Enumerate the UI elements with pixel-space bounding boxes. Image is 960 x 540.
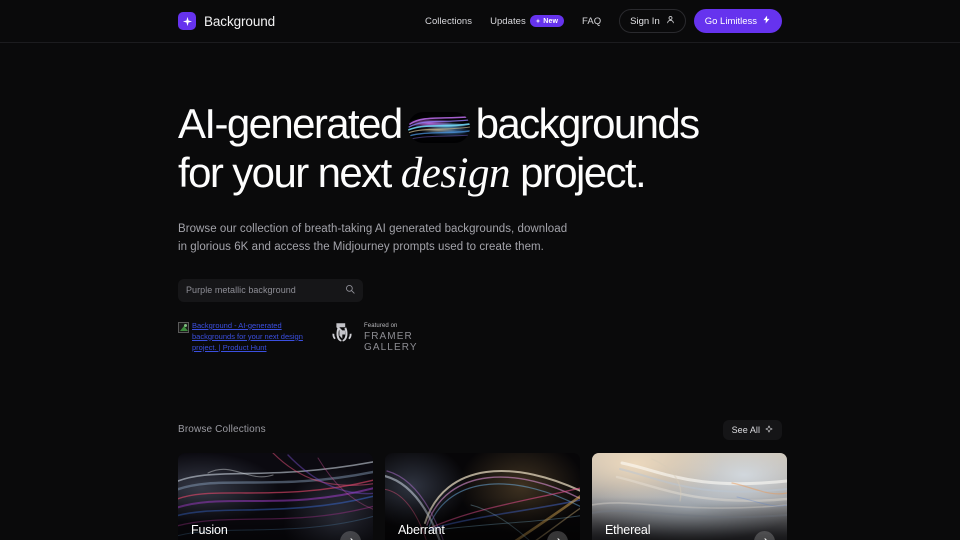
- go-limitless-button[interactable]: Go Limitless: [693, 9, 782, 33]
- headline-part-2: backgrounds: [475, 100, 701, 147]
- framer-featured-label: Featured on: [364, 322, 398, 329]
- page-content: AI-generated backgrounds for your next d…: [0, 43, 960, 540]
- collection-card-aberrant[interactable]: Aberrant 12 Backgrounds: [385, 452, 580, 540]
- see-all-label: See All: [731, 424, 760, 435]
- new-badge-label: New: [543, 17, 558, 25]
- headline-part-4: project.: [520, 148, 647, 196]
- go-limitless-label: Go Limitless: [704, 15, 757, 27]
- framer-gallery-badge[interactable]: Featured on FRAMER GALLERY: [324, 321, 418, 356]
- card-text-block: Aberrant 12 Backgrounds: [398, 523, 457, 540]
- nav-link-collections[interactable]: Collections: [416, 11, 481, 32]
- framer-badge-text: Featured on FRAMER GALLERY: [364, 323, 418, 355]
- browse-collections-section: Browse Collections See All Fusion Aberra…: [178, 419, 787, 540]
- user-icon: [666, 15, 675, 27]
- sparkle-icon: [535, 18, 541, 24]
- site-header: Background Collections Updates New FAQ S…: [0, 0, 960, 43]
- headline-part-3: for your next: [178, 148, 392, 196]
- search-bar[interactable]: [178, 278, 363, 302]
- nav-link-updates[interactable]: Updates: [481, 11, 526, 32]
- collection-card-ethereal[interactable]: Ethereal 12 Backgrounds: [592, 452, 787, 540]
- collection-card-fusion[interactable]: Fusion 12 Backgrounds: [178, 452, 373, 540]
- hero-subtitle: Browse our collection of breath-taking A…: [178, 220, 782, 257]
- framer-logo-icon: [324, 321, 360, 356]
- headline-gradient-thumbnail: [407, 112, 470, 143]
- brand-logo-link[interactable]: Background: [178, 12, 275, 30]
- lightning-bolt-icon: [762, 15, 771, 27]
- card-text-block: Ethereal 12 Backgrounds: [605, 523, 664, 540]
- nav-link-faq[interactable]: FAQ: [573, 11, 610, 32]
- hero-section: AI-generated backgrounds for your next d…: [178, 43, 782, 356]
- sparkle-icon: [178, 12, 196, 30]
- collections-title: Browse Collections: [178, 424, 266, 436]
- card-title: Ethereal: [605, 522, 651, 537]
- hero-subtitle-line-1: Browse our collection of breath-taking A…: [178, 222, 568, 235]
- sign-in-label: Sign In: [630, 15, 660, 27]
- card-text-block: Fusion 12 Backgrounds: [191, 523, 250, 540]
- collections-header: Browse Collections See All: [178, 419, 782, 440]
- page-title: AI-generated backgrounds for your next d…: [178, 100, 782, 199]
- new-badge: New: [529, 15, 564, 27]
- framer-gallery-line-1: FRAMER: [364, 330, 413, 342]
- brand-name: Background: [204, 13, 276, 29]
- card-title: Aberrant: [398, 522, 445, 537]
- framer-gallery-line-2: GALLERY: [364, 342, 418, 354]
- broken-image-icon: [178, 321, 189, 333]
- nav-item-updates[interactable]: Updates New: [481, 11, 573, 32]
- see-all-button[interactable]: See All: [722, 419, 782, 440]
- card-title: Fusion: [191, 522, 228, 537]
- search-input[interactable]: [186, 285, 345, 296]
- hero-subtitle-line-2: in glorious 6K and access the Midjourney…: [178, 241, 544, 254]
- search-icon[interactable]: [345, 281, 355, 299]
- headline-italic-word: design: [400, 149, 511, 197]
- sparkle-icon: [765, 425, 773, 435]
- headline-part-1: AI-generated: [178, 100, 403, 147]
- product-hunt-alt-text: Background - AI-generated backgrounds fo…: [192, 320, 303, 352]
- sign-in-button[interactable]: Sign In: [619, 9, 686, 33]
- collection-card-list: Fusion 12 Backgrounds: [178, 452, 787, 540]
- product-hunt-badge[interactable]: Background - AI-generated backgrounds fo…: [178, 321, 306, 354]
- main-navigation: Collections Updates New FAQ Sign In Go L…: [416, 9, 782, 33]
- award-badges: Background - AI-generated backgrounds fo…: [178, 321, 782, 356]
